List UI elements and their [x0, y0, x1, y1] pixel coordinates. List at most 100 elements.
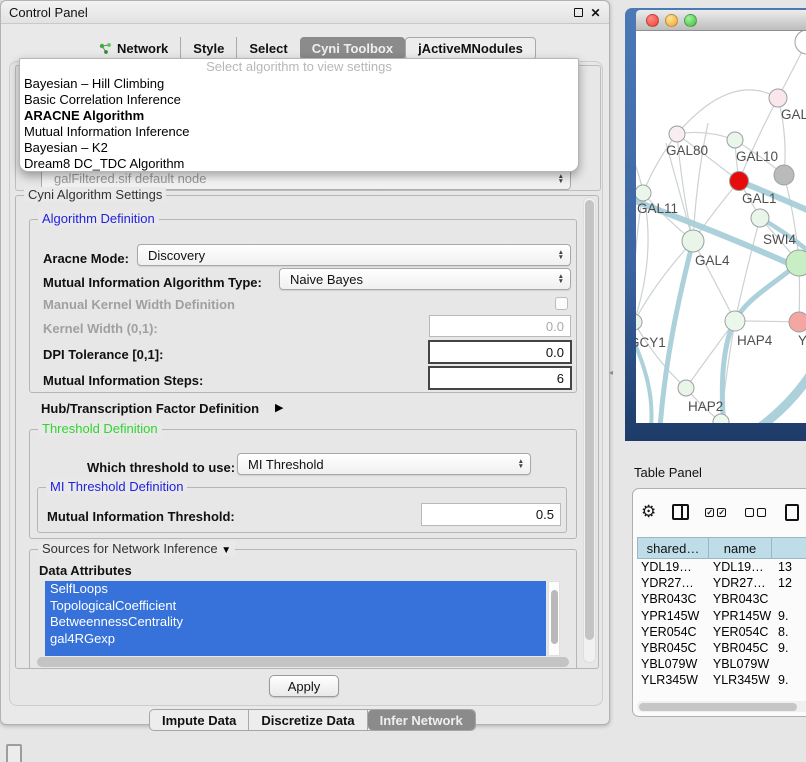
- network-node-hap2[interactable]: [678, 380, 694, 396]
- data-attributes-scrollbar[interactable]: [548, 581, 560, 656]
- network-node-label: Y: [798, 333, 806, 348]
- cyni-algorithm-settings-title: Cyni Algorithm Settings: [24, 187, 166, 202]
- mac-zoom-icon[interactable]: [684, 14, 697, 27]
- mac-close-icon[interactable]: [646, 14, 659, 27]
- tab-infer-network[interactable]: Infer Network: [368, 710, 475, 730]
- network-edge[interactable]: [686, 321, 735, 388]
- table-row[interactable]: YBR045CYBR045C9.: [637, 640, 806, 656]
- network-node-gal4[interactable]: [682, 230, 704, 252]
- mi-algorithm-type-combo[interactable]: Naive Bayes ▲▼: [279, 268, 571, 290]
- apply-button[interactable]: Apply: [269, 675, 339, 697]
- table-row[interactable]: YBL079WYBL079W: [637, 656, 806, 672]
- column-header[interactable]: [772, 537, 806, 559]
- network-node-gal1[interactable]: [730, 172, 749, 191]
- data-attribute-item[interactable]: gal4RGexp: [45, 631, 546, 648]
- network-node-gcy1[interactable]: [636, 314, 642, 330]
- network-node[interactable]: [751, 209, 769, 227]
- network-icon: [99, 42, 112, 55]
- algorithm-popup-item[interactable]: Bayesian – K2: [20, 140, 578, 156]
- network-edge[interactable]: [636, 322, 686, 388]
- column-header[interactable]: name: [709, 537, 772, 559]
- kernel-width-field[interactable]: 0.0: [429, 315, 571, 337]
- network-node-gal[interactable]: [769, 89, 787, 107]
- collapse-down-icon[interactable]: ▼: [221, 545, 231, 556]
- network-node-hap4[interactable]: [725, 311, 745, 331]
- control-panel-tab-bar: Network Style Select Cyni Toolbox jActiv…: [87, 37, 536, 60]
- network-node-label: GCY1: [636, 335, 666, 350]
- table-cell: YDR27…: [709, 576, 772, 590]
- settings-hscroll-thumb[interactable]: [37, 657, 569, 667]
- network-window-titlebar[interactable]: [636, 10, 806, 31]
- data-attribute-item[interactable]: BetweennessCentrality: [45, 614, 546, 631]
- table-cell: YDL19…: [709, 560, 772, 574]
- network-node[interactable]: [795, 31, 806, 54]
- algorithm-popup-item[interactable]: Dream8 DC_TDC Algorithm: [20, 156, 578, 172]
- table-row[interactable]: YPR145WYPR145W9.: [637, 608, 806, 624]
- tab-style[interactable]: Style: [181, 37, 237, 60]
- tab-impute-data[interactable]: Impute Data: [150, 710, 249, 730]
- table-cell: 13: [772, 560, 806, 574]
- control-panel-titlebar[interactable]: Control Panel ✕: [1, 1, 609, 24]
- table-row[interactable]: YIL052CYIL052C9: [637, 689, 806, 690]
- data-attribute-item[interactable]: SelfLoops: [45, 581, 546, 598]
- float-window-icon[interactable]: [574, 8, 583, 17]
- network-edge[interactable]: [739, 98, 778, 181]
- close-icon[interactable]: ✕: [589, 6, 602, 19]
- minimized-panel-icon[interactable]: [6, 744, 22, 762]
- tab-jactivemnodules[interactable]: jActiveMNodules: [405, 37, 536, 60]
- network-canvas[interactable]: GALGAL80GAL10GAL1GAL11SWI4GAL4GCY1HAP4YH…: [636, 31, 806, 423]
- network-node-label: GAL4: [695, 253, 730, 268]
- table-hscroll-thumb[interactable]: [639, 703, 797, 711]
- network-node-gal80[interactable]: [669, 126, 685, 142]
- network-node-gal10[interactable]: [727, 132, 743, 148]
- network-node[interactable]: [774, 165, 794, 185]
- document-icon[interactable]: [785, 504, 799, 521]
- mi-steps-field[interactable]: 6: [428, 366, 572, 390]
- expand-right-icon[interactable]: ▶: [275, 401, 283, 414]
- tab-discretize-data[interactable]: Discretize Data: [249, 710, 367, 730]
- scrollbar-thumb[interactable]: [551, 590, 558, 644]
- network-node-gal11[interactable]: [636, 185, 651, 201]
- manual-kernel-width-label: Manual Kernel Width Definition: [43, 297, 235, 312]
- split-columns-icon[interactable]: [672, 504, 689, 520]
- algorithm-popup-item[interactable]: Mutual Information Inference: [20, 124, 578, 140]
- network-edge[interactable]: [636, 151, 648, 322]
- cyni-bottom-tab-bar: Impute Data Discretize Data Infer Networ…: [149, 709, 476, 731]
- table-row[interactable]: YDR27…YDR27…12: [637, 575, 806, 591]
- table-row[interactable]: YER054CYER054C8.: [637, 624, 806, 640]
- algorithm-popup-item[interactable]: Basic Correlation Inference: [20, 92, 578, 108]
- split-pane-collapse-icon[interactable]: ◂: [609, 368, 613, 377]
- settings-vscroll-thumb[interactable]: [585, 200, 594, 640]
- node-table[interactable]: shared…nameYDL19…YDL19…13YDR27…YDR27…12Y…: [637, 537, 806, 689]
- algorithm-popup-item[interactable]: Bayesian – Hill Climbing: [20, 76, 578, 92]
- which-threshold-label: Which threshold to use:: [87, 460, 235, 475]
- network-node[interactable]: [713, 414, 729, 423]
- gear-icon[interactable]: ⚙: [641, 502, 656, 522]
- which-threshold-combo[interactable]: MI Threshold ▲▼: [237, 453, 531, 475]
- table-row[interactable]: YLR345WYLR345W9.: [637, 672, 806, 688]
- data-attribute-item[interactable]: TopologicalCoefficient: [45, 598, 546, 615]
- manual-kernel-width-checkbox[interactable]: [555, 297, 568, 310]
- combo-stepper-icon: ▲▼: [558, 274, 564, 284]
- mi-threshold-field[interactable]: 0.5: [421, 503, 561, 526]
- tab-select[interactable]: Select: [237, 37, 299, 60]
- data-attributes-list[interactable]: SelfLoopsTopologicalCoefficientBetweenne…: [45, 581, 546, 656]
- table-hscroll-track[interactable]: [637, 701, 806, 712]
- mi-algorithm-type-value: Naive Bayes: [290, 272, 363, 287]
- algorithm-popup-item[interactable]: ARACNE Algorithm: [20, 108, 578, 124]
- table-row[interactable]: YDL19…YDL19…13: [637, 559, 806, 575]
- aracne-mode-combo[interactable]: Discovery ▲▼: [137, 244, 571, 266]
- network-node-y[interactable]: [789, 312, 806, 332]
- mac-minimize-icon[interactable]: [665, 14, 678, 27]
- select-all-checkboxes-icon[interactable]: ✓✓: [705, 508, 729, 517]
- column-header[interactable]: shared…: [637, 537, 709, 559]
- tab-cyni-toolbox[interactable]: Cyni Toolbox: [300, 37, 405, 60]
- dpi-tolerance-field[interactable]: 0.0: [428, 340, 572, 364]
- network-edge-thick[interactable]: [694, 369, 806, 423]
- deselect-all-checkboxes-icon[interactable]: [745, 508, 769, 517]
- table-row[interactable]: YBR043CYBR043C: [637, 591, 806, 607]
- network-graph[interactable]: GALGAL80GAL10GAL1GAL11SWI4GAL4GCY1HAP4YH…: [636, 31, 806, 423]
- tab-network[interactable]: Network: [87, 37, 181, 60]
- network-view-window[interactable]: GALGAL80GAL10GAL1GAL11SWI4GAL4GCY1HAP4YH…: [625, 8, 806, 441]
- table-cell: YBR043C: [637, 592, 709, 606]
